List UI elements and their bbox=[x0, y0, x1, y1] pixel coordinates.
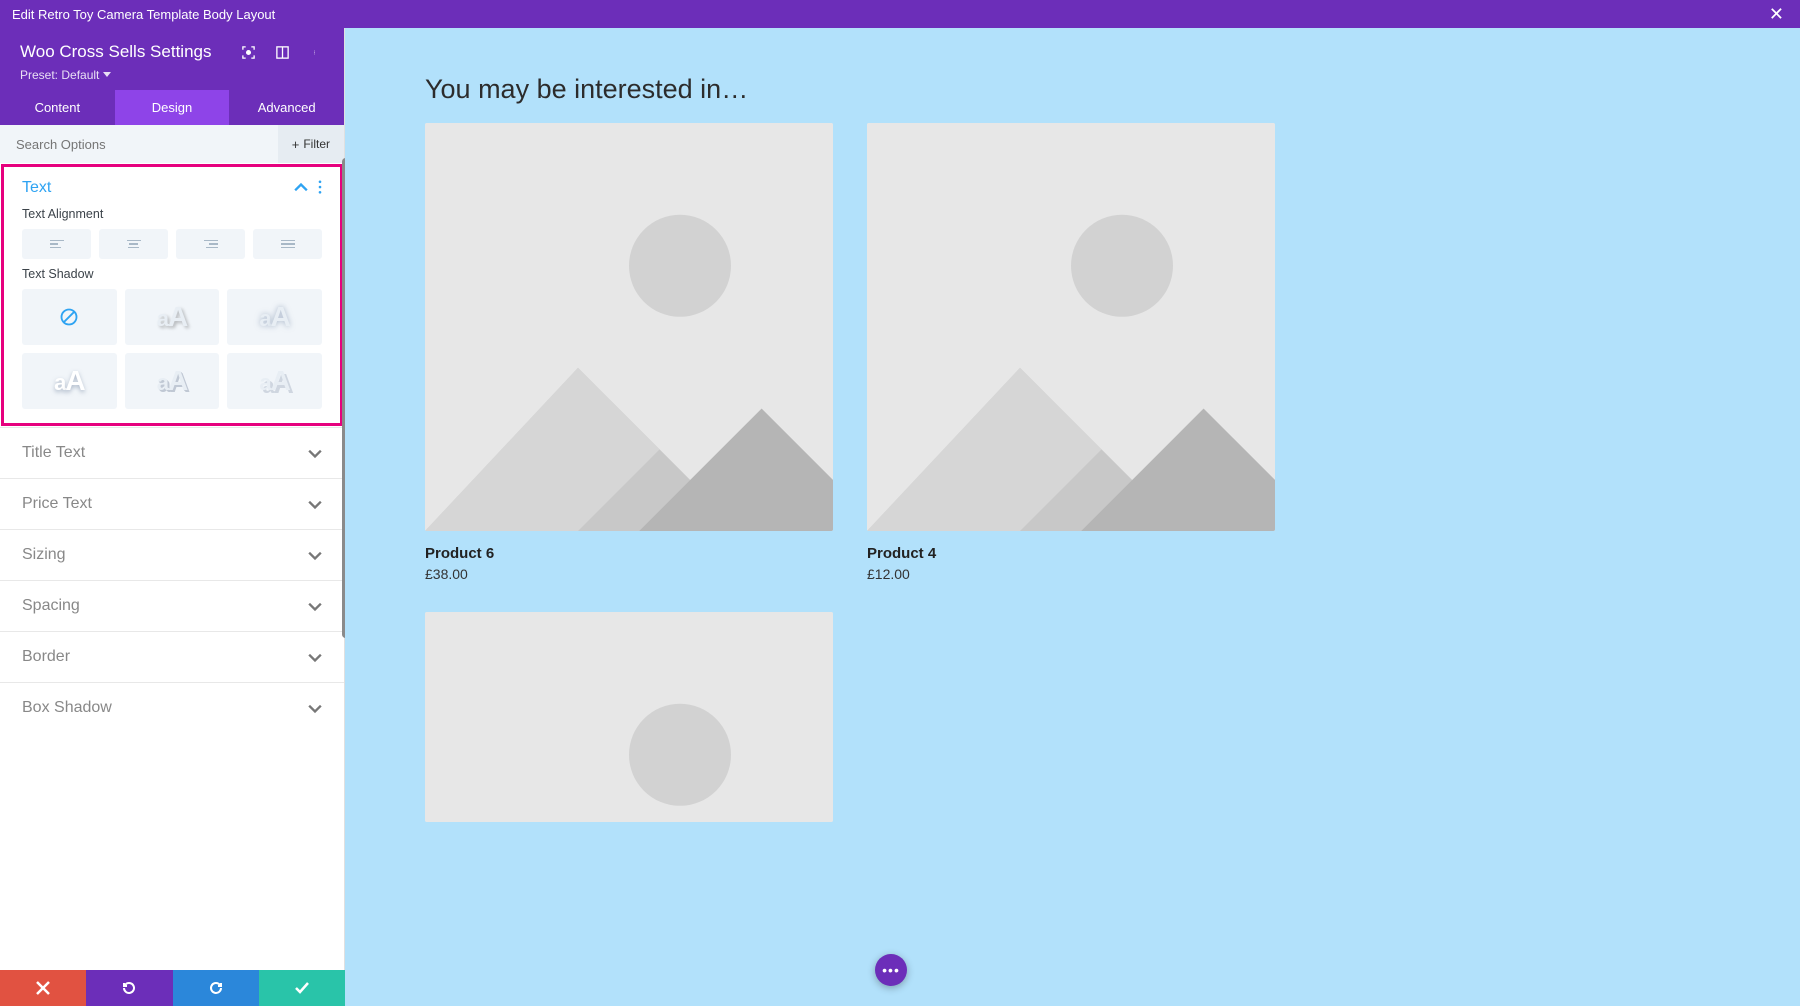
tab-content[interactable]: Content bbox=[0, 90, 115, 125]
shadow-label: Text Shadow bbox=[22, 267, 322, 281]
filter-button[interactable]: +Filter bbox=[278, 125, 344, 163]
preview-canvas: You may be interested in… Product 6 £38.… bbox=[345, 28, 1800, 1006]
accordion-title-text[interactable]: Title Text bbox=[0, 427, 344, 478]
chevron-up-icon[interactable] bbox=[294, 181, 308, 195]
columns-icon[interactable] bbox=[274, 44, 290, 60]
accordion-label: Spacing bbox=[22, 597, 308, 615]
accordion-sizing[interactable]: Sizing bbox=[0, 529, 344, 580]
product-name: Product 6 bbox=[425, 545, 833, 562]
product-image-placeholder bbox=[425, 612, 833, 822]
module-title: Woo Cross Sells Settings bbox=[20, 42, 240, 62]
page-title: Edit Retro Toy Camera Template Body Layo… bbox=[12, 7, 1765, 22]
align-justify-button[interactable] bbox=[253, 229, 322, 259]
product-price: £12.00 bbox=[867, 566, 1275, 582]
product-image-placeholder bbox=[867, 123, 1275, 531]
shadow-preset-1-button[interactable]: aA bbox=[125, 289, 220, 345]
sidebar-header: Woo Cross Sells Settings Preset: Default bbox=[0, 28, 344, 90]
accordion-label: Border bbox=[22, 648, 308, 666]
product-price: £38.00 bbox=[425, 566, 833, 582]
accordion-border[interactable]: Border bbox=[0, 631, 344, 682]
save-button[interactable] bbox=[259, 970, 345, 1006]
shadow-none-button[interactable] bbox=[22, 289, 117, 345]
cross-sells-heading: You may be interested in… bbox=[425, 74, 1720, 105]
alignment-label: Text Alignment bbox=[22, 207, 322, 221]
tab-advanced[interactable]: Advanced bbox=[229, 90, 344, 125]
panel-kebab-icon[interactable] bbox=[318, 180, 322, 197]
align-left-button[interactable] bbox=[22, 229, 91, 259]
text-panel: Text Text Alignment Text Shadow bbox=[1, 164, 343, 426]
accordion-label: Sizing bbox=[22, 546, 308, 564]
redo-button[interactable] bbox=[173, 970, 259, 1006]
search-row: +Filter bbox=[0, 125, 344, 163]
preset-selector[interactable]: Preset: Default bbox=[20, 68, 324, 82]
accordion-label: Title Text bbox=[22, 444, 308, 462]
align-right-button[interactable] bbox=[176, 229, 245, 259]
search-input[interactable] bbox=[0, 137, 278, 152]
close-icon[interactable]: ✕ bbox=[1765, 4, 1788, 25]
product-card[interactable]: Product 6 £38.00 bbox=[425, 123, 833, 582]
shadow-preset-2-button[interactable]: aA bbox=[227, 289, 322, 345]
kebab-icon[interactable] bbox=[308, 44, 324, 60]
shadow-preset-4-button[interactable]: aA bbox=[125, 353, 220, 409]
shadow-preset-3-button[interactable]: aA bbox=[22, 353, 117, 409]
product-card[interactable]: Product 4 £12.00 bbox=[867, 123, 1275, 582]
shadow-preset-5-button[interactable]: aA bbox=[227, 353, 322, 409]
accordion-label: Box Shadow bbox=[22, 699, 308, 717]
product-name: Product 4 bbox=[867, 545, 1275, 562]
product-image-placeholder bbox=[425, 123, 833, 531]
module-fab-icon[interactable]: ••• bbox=[875, 954, 907, 986]
accordion-box-shadow[interactable]: Box Shadow bbox=[0, 682, 344, 733]
tabs: Content Design Advanced bbox=[0, 90, 344, 125]
action-bar bbox=[0, 970, 345, 1006]
tab-design[interactable]: Design bbox=[115, 90, 230, 125]
text-panel-title[interactable]: Text bbox=[22, 179, 294, 197]
focus-icon[interactable] bbox=[240, 44, 256, 60]
settings-sidebar: Woo Cross Sells Settings Preset: Default bbox=[0, 28, 345, 1006]
filter-label: Filter bbox=[303, 137, 330, 151]
undo-button[interactable] bbox=[86, 970, 172, 1006]
align-center-button[interactable] bbox=[99, 229, 168, 259]
top-bar: Edit Retro Toy Camera Template Body Layo… bbox=[0, 0, 1800, 28]
accordion-label: Price Text bbox=[22, 495, 308, 513]
preset-label: Preset: Default bbox=[20, 68, 99, 82]
accordion-spacing[interactable]: Spacing bbox=[0, 580, 344, 631]
product-card[interactable] bbox=[425, 612, 833, 822]
discard-button[interactable] bbox=[0, 970, 86, 1006]
accordion-price-text[interactable]: Price Text bbox=[0, 478, 344, 529]
